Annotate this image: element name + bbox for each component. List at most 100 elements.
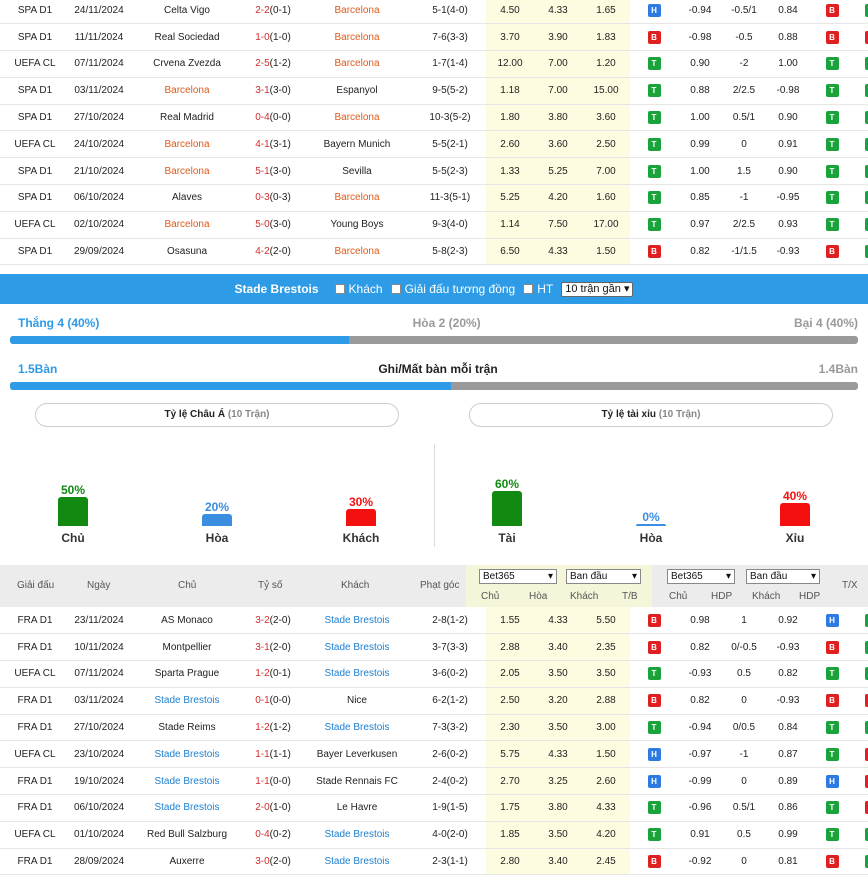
away-checkbox[interactable] xyxy=(334,284,345,294)
league-cell-text[interactable]: UEFA CL xyxy=(14,668,55,679)
away-team-cell-text[interactable]: Barcelona xyxy=(334,58,379,69)
league-cell-text[interactable]: SPA D1 xyxy=(18,166,52,177)
bookie-select-1[interactable]: Bet365 ▾ xyxy=(479,569,557,584)
odds-home-cell-text: 1.33 xyxy=(500,165,520,177)
away-team-cell-text[interactable]: Sevilla xyxy=(342,166,371,177)
league-cell-text[interactable]: UEFA CL xyxy=(14,139,55,150)
league-cell-text[interactable]: UEFA CL xyxy=(14,829,55,840)
score-ft[interactable]: 3-1 xyxy=(255,642,269,653)
score-ft[interactable]: 3-2 xyxy=(255,615,269,626)
league-cell-text[interactable]: SPA D1 xyxy=(18,5,52,16)
score-ft[interactable]: 4-1 xyxy=(255,139,269,150)
score-ft[interactable]: 0-4 xyxy=(255,112,269,123)
over-under-result-cell-badge: X xyxy=(864,801,868,815)
home-team-cell-text[interactable]: Stade Brestois xyxy=(154,776,219,787)
away-team-cell-text[interactable]: Barcelona xyxy=(334,32,379,43)
same-league-checkbox[interactable] xyxy=(390,284,401,294)
home-team-cell-text[interactable]: Barcelona xyxy=(164,85,209,96)
league-cell-text[interactable]: FRA D1 xyxy=(17,722,52,733)
away-team-cell-text[interactable]: Stade Rennais FC xyxy=(316,776,398,787)
score-ft[interactable]: 0-1 xyxy=(255,695,269,706)
table-row: FRA D1 23/11/2024 AS Monaco 3-2(2-0) Stade B… xyxy=(0,607,868,635)
home-team-cell-text[interactable]: Stade Reims xyxy=(158,722,215,733)
home-team-cell-text[interactable]: Alaves xyxy=(172,192,202,203)
home-team-cell-text[interactable]: Barcelona xyxy=(164,166,209,177)
league-cell-text[interactable]: SPA D1 xyxy=(18,32,52,43)
period-select-1[interactable]: Ban đầu ▾ xyxy=(566,569,641,584)
home-team-cell-text[interactable]: AS Monaco xyxy=(161,615,213,626)
score-ft[interactable]: 1-2 xyxy=(255,668,269,679)
away-team-cell-text[interactable]: Bayer Leverkusen xyxy=(317,749,398,760)
result-tb-cell: T xyxy=(630,211,678,239)
league-cell-text[interactable]: SPA D1 xyxy=(18,246,52,257)
score-ft[interactable]: 2-0 xyxy=(255,802,269,813)
away-team-cell-text[interactable]: Stade Brestois xyxy=(324,722,389,733)
score-ft[interactable]: 1-1 xyxy=(255,776,269,787)
asian-result-cell-badge: B xyxy=(825,3,839,17)
score-ft[interactable]: 5-0 xyxy=(255,219,269,230)
home-team-cell-text[interactable]: Sparta Prague xyxy=(155,668,220,679)
score-ft[interactable]: 0-4 xyxy=(255,829,269,840)
league-cell-text[interactable]: SPA D1 xyxy=(18,112,52,123)
away-team-cell: Stade Brestois xyxy=(300,821,414,849)
score-ft[interactable]: 3-0 xyxy=(255,856,269,867)
home-team-cell-text[interactable]: Osasuna xyxy=(167,246,207,257)
asian-away-cell: 0.82 xyxy=(766,660,810,688)
away-team-cell-text[interactable]: Stade Brestois xyxy=(324,642,389,653)
away-team-cell-text[interactable]: Stade Brestois xyxy=(324,668,389,679)
score-ft[interactable]: 2-2 xyxy=(255,5,269,16)
score-ft[interactable]: 4-2 xyxy=(255,246,269,257)
home-team-cell-text[interactable]: Barcelona xyxy=(164,139,209,150)
header-away: Khách xyxy=(341,580,370,591)
over-under-pill[interactable]: Tỷ lệ tài xỉu (10 Trận) xyxy=(469,403,833,427)
league-cell-text[interactable]: FRA D1 xyxy=(17,802,52,813)
league-cell-text[interactable]: UEFA CL xyxy=(14,58,55,69)
league-cell-text[interactable]: UEFA CL xyxy=(14,219,55,230)
away-team-cell-text[interactable]: Nice xyxy=(347,695,367,706)
home-team-cell-text[interactable]: Montpellier xyxy=(163,642,212,653)
home-team-cell-text[interactable]: Stade Brestois xyxy=(154,749,219,760)
period-select-2[interactable]: Ban đầu ▾ xyxy=(746,569,820,584)
score-ft[interactable]: 1-2 xyxy=(255,722,269,733)
home-team-cell-text[interactable]: Real Sociedad xyxy=(154,32,219,43)
away-team-cell-text[interactable]: Barcelona xyxy=(334,192,379,203)
home-team-cell-text[interactable]: Barcelona xyxy=(164,219,209,230)
away-team-cell-text[interactable]: Stade Brestois xyxy=(324,615,389,626)
home-team-cell-text[interactable]: Real Madrid xyxy=(160,112,214,123)
away-team-cell-text[interactable]: Le Havre xyxy=(337,802,378,813)
score-ft[interactable]: 1-0 xyxy=(255,32,269,43)
score-ft[interactable]: 5-1 xyxy=(255,166,269,177)
away-team-cell: Barcelona xyxy=(300,0,414,25)
league-cell-text[interactable]: FRA D1 xyxy=(17,856,52,867)
league-cell-text[interactable]: FRA D1 xyxy=(17,695,52,706)
home-team-cell-text[interactable]: Auxerre xyxy=(169,856,204,867)
score-ft[interactable]: 3-1 xyxy=(255,85,269,96)
away-team-cell-text[interactable]: Espanyol xyxy=(336,85,377,96)
score-ft[interactable]: 1-1 xyxy=(255,749,269,760)
away-team-cell-text[interactable]: Barcelona xyxy=(334,246,379,257)
home-team-cell-text[interactable]: Red Bull Salzburg xyxy=(147,829,227,840)
bookie-select-2[interactable]: Bet365 ▾ xyxy=(667,569,735,584)
asian-handicap-pill[interactable]: Tỷ lệ Châu Á (10 Trận) xyxy=(35,403,399,427)
home-team-cell-text[interactable]: Stade Brestois xyxy=(154,695,219,706)
score-ft[interactable]: 2-5 xyxy=(255,58,269,69)
league-cell-text[interactable]: SPA D1 xyxy=(18,85,52,96)
away-team-cell-text[interactable]: Bayern Munich xyxy=(324,139,391,150)
away-team-cell-text[interactable]: Barcelona xyxy=(334,112,379,123)
home-team-cell-text[interactable]: Stade Brestois xyxy=(154,802,219,813)
league-cell-text[interactable]: FRA D1 xyxy=(17,642,52,653)
away-team-cell-text[interactable]: Stade Brestois xyxy=(324,829,389,840)
league-cell-text[interactable]: SPA D1 xyxy=(18,192,52,203)
score-ft[interactable]: 0-3 xyxy=(255,192,269,203)
home-team-cell-text[interactable]: Celta Vigo xyxy=(164,5,210,16)
recent-matches-select[interactable]: 10 trận gần ▾ xyxy=(561,281,634,297)
header-odds-away: Khách xyxy=(570,591,599,602)
home-team-cell-text[interactable]: Crvena Zvezda xyxy=(153,58,221,69)
away-team-cell-text[interactable]: Stade Brestois xyxy=(324,856,389,867)
away-team-cell-text[interactable]: Barcelona xyxy=(334,5,379,16)
league-cell-text[interactable]: FRA D1 xyxy=(17,776,52,787)
ht-checkbox[interactable] xyxy=(523,284,534,294)
league-cell-text[interactable]: FRA D1 xyxy=(17,615,52,626)
league-cell-text[interactable]: UEFA CL xyxy=(14,749,55,760)
away-team-cell-text[interactable]: Young Boys xyxy=(330,219,383,230)
